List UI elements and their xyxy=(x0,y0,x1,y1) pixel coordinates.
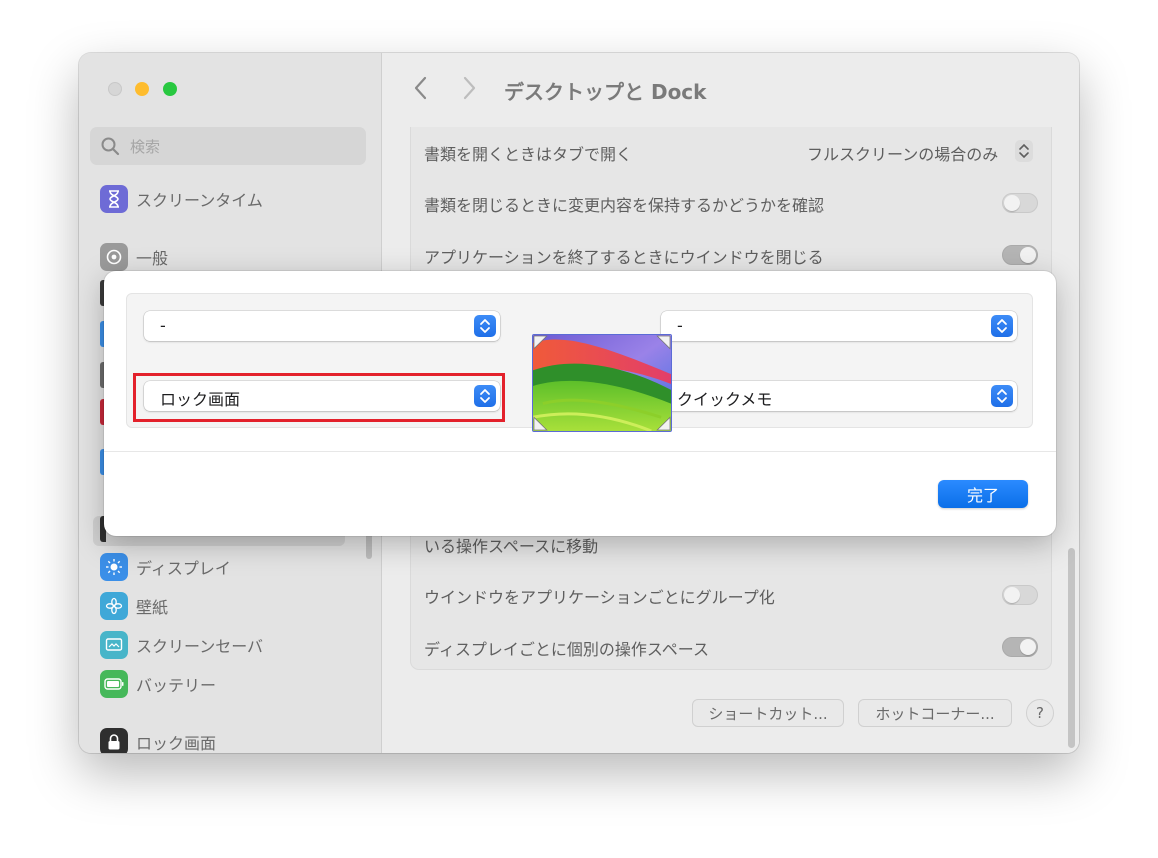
select-value: - xyxy=(677,316,683,335)
sidebar-item-displays[interactable]: ディスプレイ xyxy=(100,553,231,581)
search-placeholder: 検索 xyxy=(130,138,161,156)
sidebar-item-label: ディスプレイ xyxy=(136,559,231,578)
desktop-preview-image xyxy=(532,334,672,432)
help-button[interactable]: ? xyxy=(1026,699,1054,727)
setting-label: 書類を閉じるときに変更内容を保持するかどうかを確認 xyxy=(424,196,825,215)
updown-chevron-icon xyxy=(474,315,496,337)
sidebar-item-label: スクリーンセーバ xyxy=(136,637,264,656)
sidebar-item-screensaver[interactable]: スクリーンセーバ xyxy=(100,631,263,659)
highlight-box xyxy=(133,373,505,422)
tabs-popup-value[interactable]: フルスクリーンの場合のみ xyxy=(807,141,998,165)
screensaver-icon xyxy=(100,631,128,659)
select-value: - xyxy=(160,316,166,335)
minimize-window-button[interactable] xyxy=(135,82,149,96)
close-window-button[interactable] xyxy=(108,82,122,96)
sidebar-item-label: 一般 xyxy=(136,249,169,268)
top-right-corner-select[interactable]: - xyxy=(661,311,1017,341)
select-value: クイックメモ xyxy=(677,390,773,409)
setting-label: アプリケーションを終了するときにウインドウを閉じる xyxy=(424,248,824,267)
content-scrollbar[interactable] xyxy=(1068,548,1075,748)
setting-label: 書類を開くときはタブで開く xyxy=(424,145,633,164)
gear-icon xyxy=(100,243,128,271)
search-field[interactable]: 検索 xyxy=(90,127,366,165)
separate-spaces-toggle[interactable] xyxy=(1002,637,1038,657)
search-icon xyxy=(101,137,120,156)
sidebar-scrollbar[interactable] xyxy=(366,533,372,559)
page-title: デスクトップと Dock xyxy=(504,80,707,104)
hourglass-icon xyxy=(100,185,128,213)
sheet-divider xyxy=(104,451,1056,452)
confirm-changes-toggle[interactable] xyxy=(1002,193,1038,213)
sidebar-item-wallpaper[interactable]: 壁紙 xyxy=(100,592,168,620)
flower-icon xyxy=(100,592,128,620)
sidebar-item-lock-screen[interactable]: ロック画面 xyxy=(100,728,216,753)
setting-label: ウインドウをアプリケーションごとにグループ化 xyxy=(424,588,775,607)
sun-icon xyxy=(100,553,128,581)
sidebar-item-label: スクリーンタイム xyxy=(136,191,263,210)
popup-arrows-icon[interactable] xyxy=(1015,140,1033,162)
hot-corners-button[interactable]: ホットコーナー... xyxy=(858,699,1012,727)
forward-chevron-icon[interactable] xyxy=(458,75,480,101)
sidebar-item-label: ロック画面 xyxy=(136,734,217,753)
sidebar-item-label: バッテリー xyxy=(136,676,217,695)
updown-chevron-icon xyxy=(991,315,1013,337)
shortcuts-button[interactable]: ショートカット... xyxy=(692,699,844,727)
settings-group-bottom: いる操作スペースに移動 ウインドウをアプリケーションごとにグループ化 ディスプレ… xyxy=(410,523,1052,670)
sidebar-item-general[interactable]: 一般 xyxy=(100,243,168,271)
lock-icon xyxy=(100,728,128,753)
setting-label: ディスプレイごとに個別の操作スペース xyxy=(424,640,709,659)
back-chevron-icon[interactable] xyxy=(410,75,432,101)
setting-label: いる操作スペースに移動 xyxy=(424,537,599,556)
sidebar-item-screen-time[interactable]: スクリーンタイム xyxy=(100,185,263,213)
done-button[interactable]: 完了 xyxy=(938,480,1028,508)
zoom-window-button[interactable] xyxy=(163,82,177,96)
bottom-right-corner-select[interactable]: クイックメモ xyxy=(661,381,1017,411)
group-windows-toggle[interactable] xyxy=(1002,585,1038,605)
top-left-corner-select[interactable]: - xyxy=(144,311,500,341)
battery-icon xyxy=(100,670,128,698)
close-windows-toggle[interactable] xyxy=(1002,245,1038,265)
sidebar-item-battery[interactable]: バッテリー xyxy=(100,670,216,698)
updown-chevron-icon xyxy=(991,385,1013,407)
sidebar-item-label: 壁紙 xyxy=(136,598,169,617)
